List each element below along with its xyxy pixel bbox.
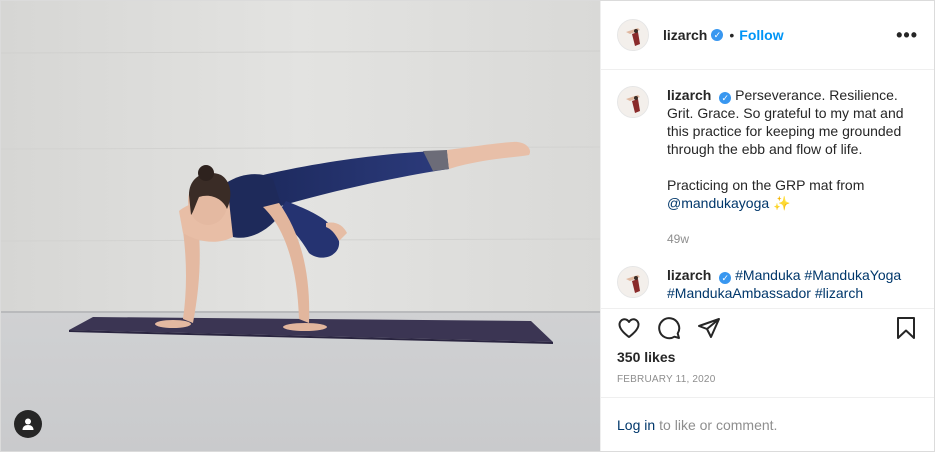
post-details-panel: lizarch ✓ • Follow ••• lizarch ✓ Perseve… — [600, 1, 934, 451]
follow-button[interactable]: Follow — [739, 27, 783, 43]
mention-link[interactable]: @mandukayoga — [667, 195, 769, 211]
hashtag-overflow[interactable]: #MandukaAmbassador #lizarch — [667, 285, 863, 298]
caption-username[interactable]: lizarch — [667, 87, 711, 103]
more-options-icon[interactable]: ••• — [896, 26, 918, 44]
verified-badge-icon: ✓ — [711, 29, 724, 42]
avatar[interactable] — [617, 86, 649, 119]
login-prompt-text: to like or comment. — [659, 416, 778, 433]
avatar-image — [618, 20, 648, 51]
post-date[interactable]: FEBRUARY 11, 2020 — [601, 374, 934, 397]
comment-username[interactable]: lizarch — [667, 267, 711, 283]
comment: lizarch ✓ #Manduka #MandukaYoga #Manduka… — [617, 266, 918, 299]
likes-count[interactable]: 350 likes — [601, 347, 934, 367]
post-image[interactable] — [1, 1, 600, 451]
sparkles-emoji: ✨ — [773, 195, 791, 212]
comment-icon[interactable] — [657, 316, 681, 340]
hashtag-links[interactable]: #Manduka #MandukaYoga — [735, 267, 901, 283]
caption-comment: lizarch ✓ Perseverance. Resilience. Grit… — [617, 86, 918, 248]
tagged-users-button[interactable] — [14, 410, 42, 438]
avatar[interactable] — [617, 19, 649, 52]
heart-icon[interactable] — [617, 316, 641, 340]
avatar[interactable] — [617, 266, 649, 299]
login-prompt: Log in to like or comment. — [601, 397, 934, 451]
caption-body: lizarch ✓ Perseverance. Resilience. Grit… — [667, 86, 917, 248]
avatar-image — [618, 267, 648, 298]
bookmark-icon[interactable] — [894, 316, 918, 340]
separator-dot: • — [729, 27, 735, 44]
verified-badge-icon: ✓ — [719, 92, 732, 105]
yoga-photo — [1, 1, 600, 451]
action-bar — [601, 309, 934, 347]
post-header: lizarch ✓ • Follow ••• — [601, 1, 934, 71]
user-tag-icon — [22, 418, 34, 430]
header-username[interactable]: lizarch — [663, 27, 707, 43]
post-modal: lizarch ✓ • Follow ••• lizarch ✓ Perseve… — [0, 0, 935, 452]
caption-timestamp[interactable]: 49w — [667, 230, 917, 248]
avatar-image — [618, 87, 648, 118]
verified-badge-icon: ✓ — [719, 272, 732, 285]
login-link[interactable]: Log in — [617, 417, 655, 433]
comments-list[interactable]: lizarch ✓ Perseverance. Resilience. Grit… — [601, 70, 934, 309]
comment-body: lizarch ✓ #Manduka #MandukaYoga #Manduka… — [667, 266, 917, 298]
paper-plane-icon[interactable] — [697, 316, 721, 340]
